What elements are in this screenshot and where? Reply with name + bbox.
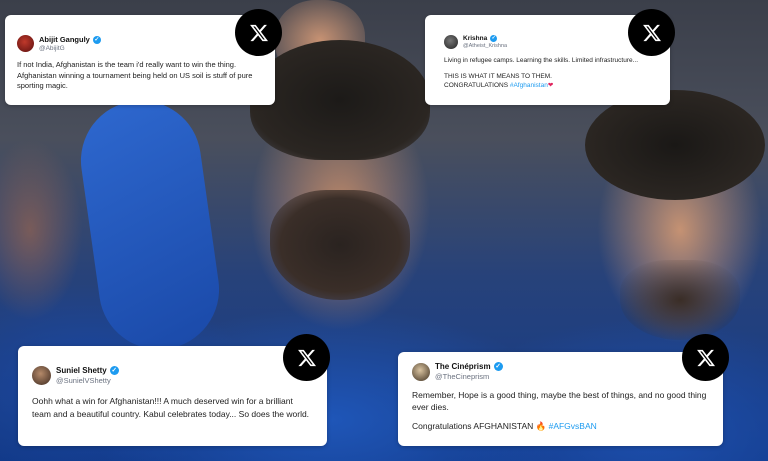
- heart-emoji: ❤: [547, 82, 554, 89]
- tweet-author: Abijit Ganguly ✓ @AbijitG: [39, 35, 101, 52]
- tweet-line: Congratulations AFGHANISTAN 🔥 #AFGvsBAN: [412, 421, 597, 431]
- tweet-line: CONGRATULATIONS #Afghanistan❤: [444, 82, 554, 89]
- tweet-line: Living in refugee camps. Learning the sk…: [444, 57, 639, 64]
- tweet-line: Remember, Hope is a good thing, maybe th…: [412, 390, 707, 412]
- author-name[interactable]: Abijit Ganguly: [39, 35, 90, 44]
- verified-badge-icon: ✓: [490, 35, 498, 42]
- tweet-text: Oohh what a win for Afghanistan!!! A muc…: [32, 396, 310, 419]
- avatar[interactable]: [17, 35, 34, 52]
- verified-badge-icon: ✓: [92, 35, 101, 44]
- author-handle[interactable]: @AbijitG: [39, 45, 101, 52]
- tweet-card-suniel-shetty[interactable]: Suniel Shetty ✓ @SunielVShetty Oohh what…: [18, 346, 327, 446]
- background-arm: [73, 92, 227, 358]
- background-player-beard: [270, 190, 410, 300]
- author-name[interactable]: Suniel Shetty: [56, 366, 107, 375]
- author-name[interactable]: The Cinéprism: [435, 362, 491, 371]
- x-logo-icon: [682, 334, 729, 381]
- tweet-line: THIS IS WHAT IT MEANS TO THEM.: [444, 73, 552, 80]
- background-player-hair: [250, 40, 430, 160]
- tweet-text: Living in refugee camps. Learning the sk…: [444, 56, 658, 90]
- verified-badge-icon: ✓: [493, 362, 503, 371]
- tweet-card-the-cineprism[interactable]: The Cinéprism ✓ @TheCineprism Remember, …: [398, 352, 723, 446]
- tweet-author: Suniel Shetty ✓ @SunielVShetty: [56, 366, 119, 385]
- fire-emoji: 🔥: [535, 421, 547, 431]
- x-logo-icon: [235, 9, 282, 56]
- tweet-text: Remember, Hope is a good thing, maybe th…: [412, 389, 709, 432]
- tweet-text: If not India, Afghanistan is the team i'…: [17, 60, 253, 90]
- tweet-author: The Cinéprism ✓ @TheCineprism: [435, 362, 503, 381]
- hashtag-link[interactable]: #Afghanistan: [510, 82, 548, 89]
- hashtag-link[interactable]: #AFGvsBAN: [549, 421, 597, 431]
- tweet-header: Suniel Shetty ✓ @SunielVShetty: [32, 366, 313, 385]
- background-player2-hair: [585, 90, 765, 200]
- tweet-header: Krishna ✓ @Atheist_Krishna: [444, 35, 658, 49]
- x-logo-icon: [283, 334, 330, 381]
- avatar[interactable]: [444, 35, 458, 49]
- tweet-header: Abijit Ganguly ✓ @AbijitG: [17, 35, 263, 52]
- author-handle[interactable]: @Atheist_Krishna: [463, 43, 507, 49]
- author-name[interactable]: Krishna: [463, 35, 487, 42]
- tweet-header: The Cinéprism ✓ @TheCineprism: [412, 362, 709, 381]
- tweet-author: Krishna ✓ @Atheist_Krishna: [463, 35, 507, 49]
- avatar[interactable]: [412, 362, 430, 381]
- author-handle[interactable]: @TheCineprism: [435, 372, 503, 381]
- background-player2-beard: [620, 260, 740, 340]
- avatar[interactable]: [32, 366, 51, 385]
- verified-badge-icon: ✓: [109, 366, 119, 375]
- author-handle[interactable]: @SunielVShetty: [56, 376, 119, 385]
- x-logo-icon: [628, 9, 675, 56]
